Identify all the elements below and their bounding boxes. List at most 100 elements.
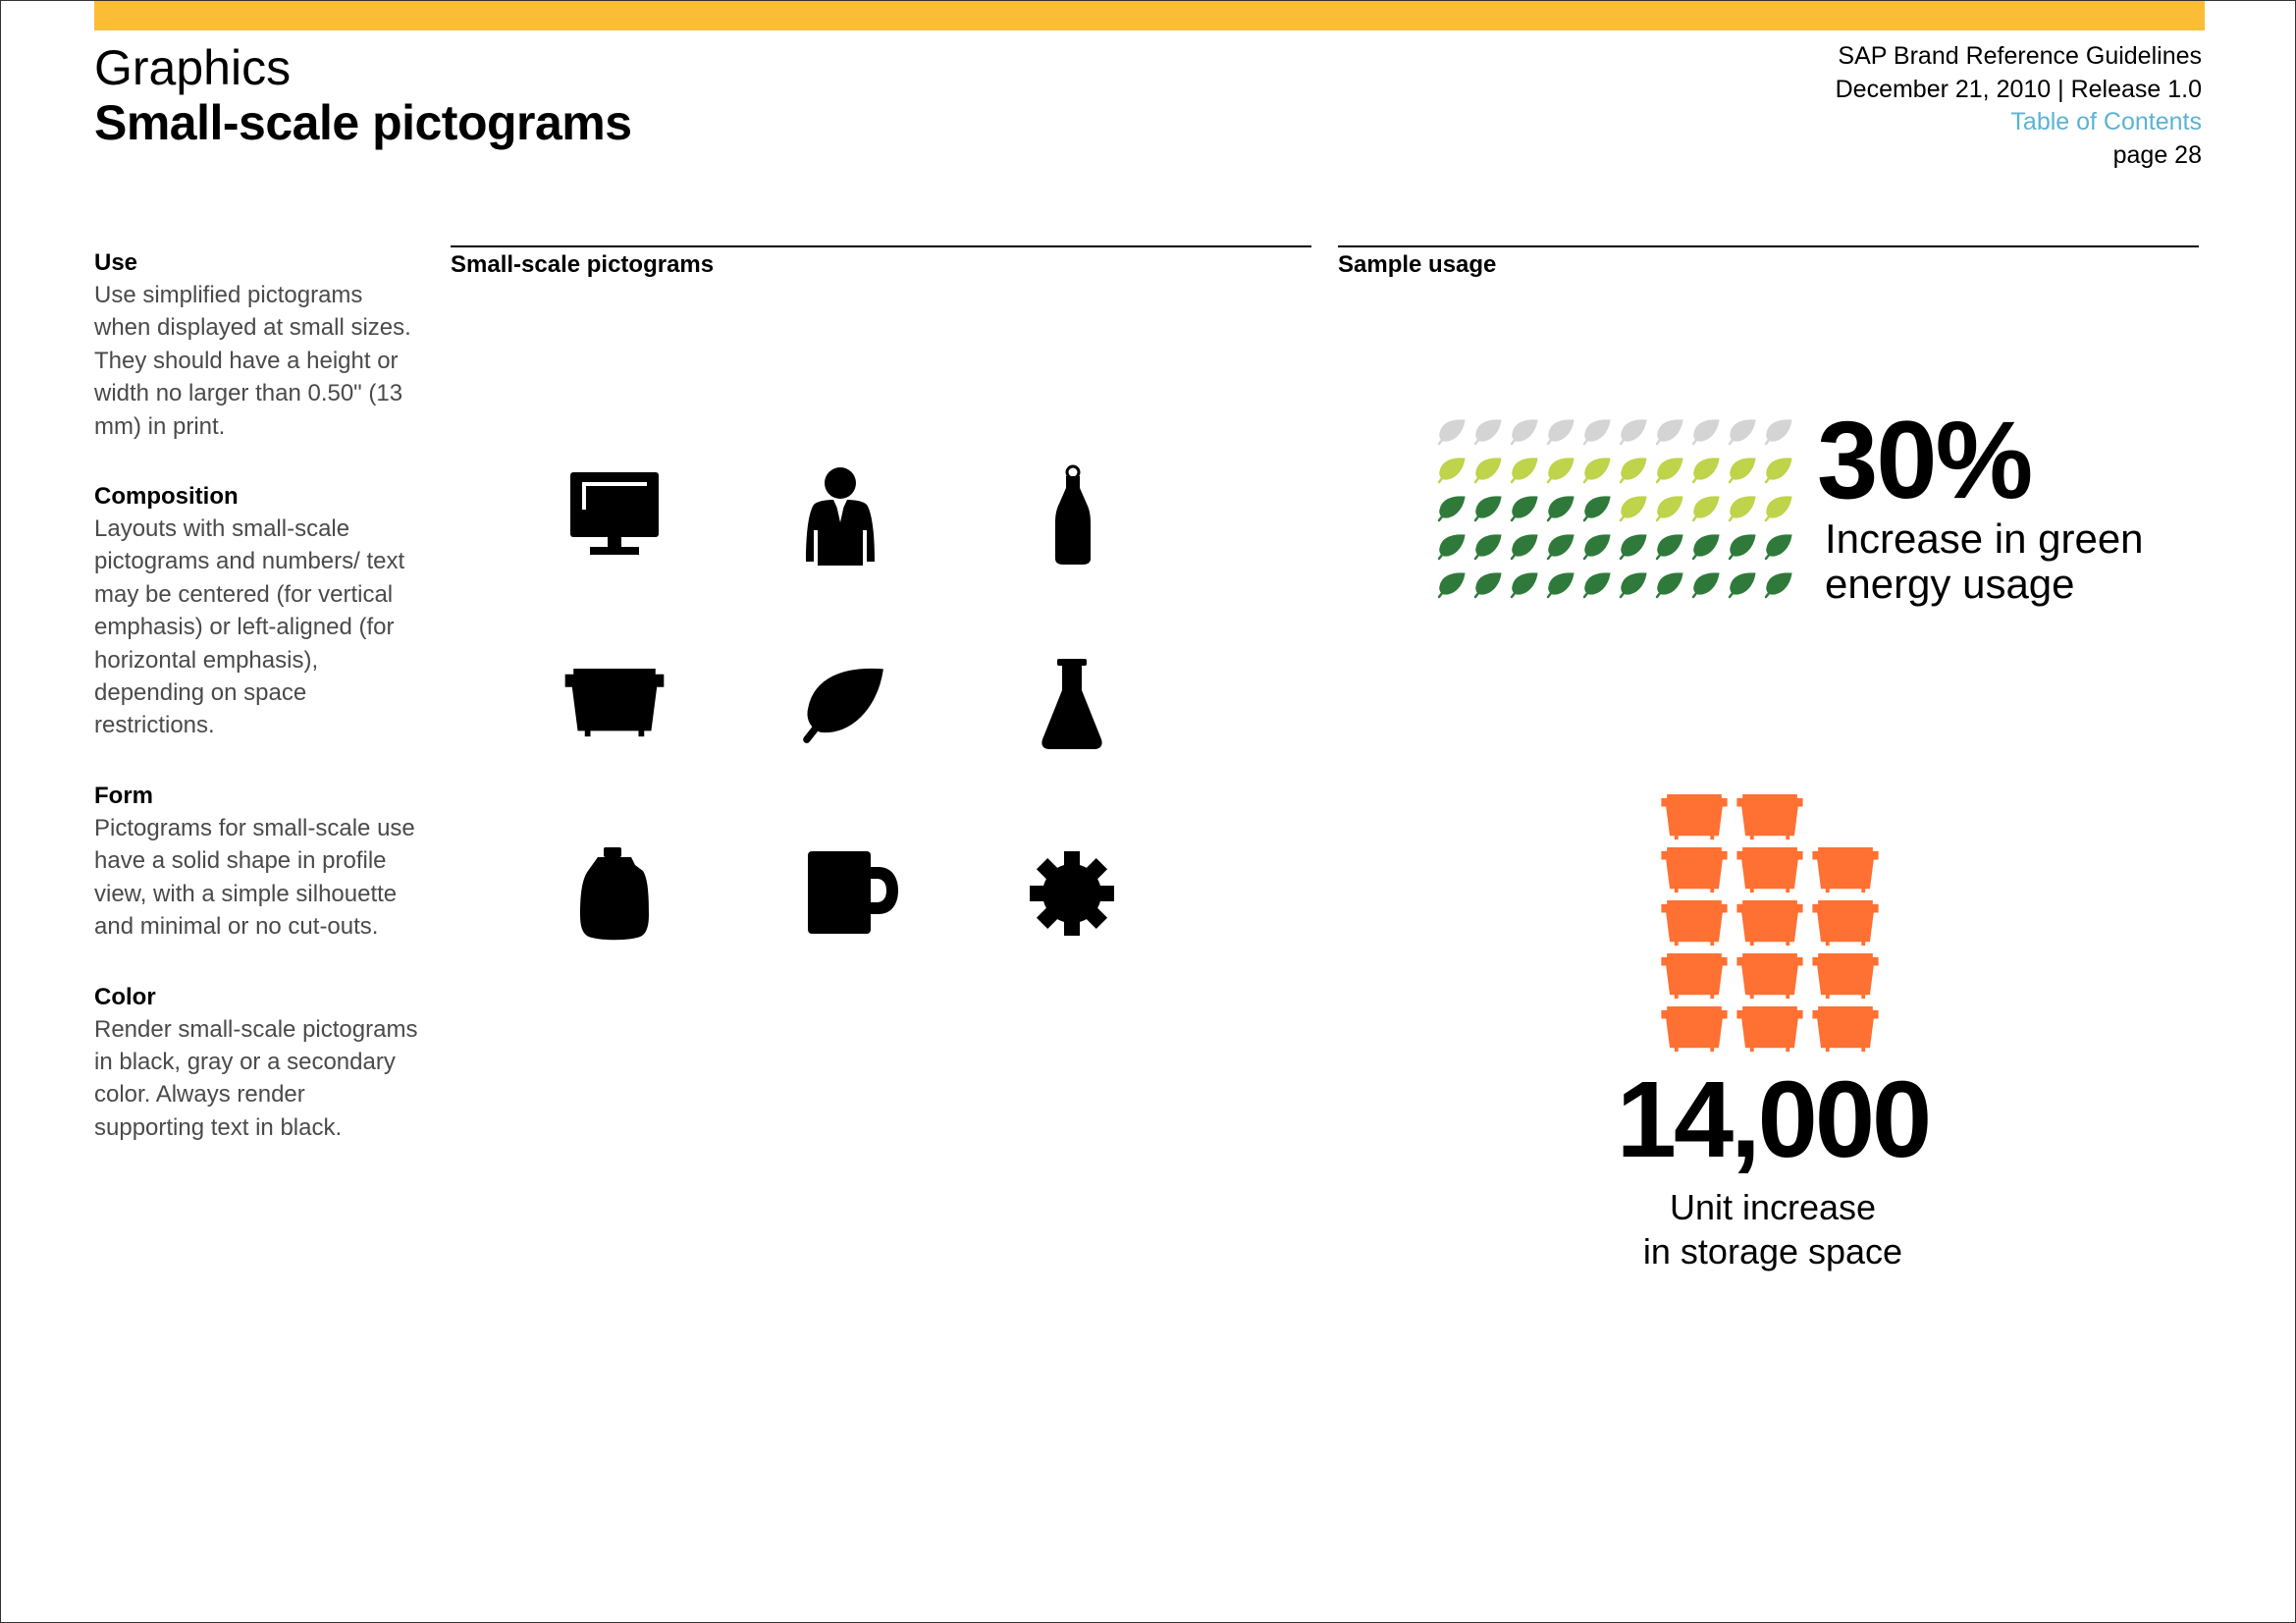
flask-icon (1040, 659, 1104, 751)
leaf-gray-icon (1584, 420, 1610, 444)
green-energy-value: 30% (1817, 402, 2031, 519)
leaf-light-icon (1584, 459, 1610, 482)
leaf-dark-icon (1730, 535, 1755, 559)
person-icon (804, 465, 877, 568)
leaf-pictogram-grid (1436, 418, 1801, 605)
leaf-light-icon (1621, 497, 1646, 520)
form-heading: Form (94, 780, 418, 812)
storage-bin-icon (1661, 900, 1727, 946)
leaf-light-icon (1730, 497, 1755, 520)
section-label: Graphics (94, 38, 291, 97)
storage-bin-icon (1736, 900, 1802, 946)
leaf-dark-icon (1584, 535, 1610, 559)
mug-icon (806, 849, 900, 936)
leaf-dark-icon (1584, 497, 1610, 520)
leaf-gray-icon (1439, 420, 1465, 444)
jug-icon (578, 845, 651, 942)
pictograms-column-heading: Small-scale pictograms (451, 245, 1311, 279)
leaf-light-icon (1512, 459, 1537, 482)
bin-pictogram-grid (1660, 794, 1888, 1055)
leaf-dark-icon (1548, 535, 1574, 559)
leaf-dark-icon (1693, 573, 1719, 597)
storage-bin-icon (1736, 794, 1802, 839)
gear-icon (1030, 851, 1114, 936)
sample-usage-column-heading: Sample usage (1338, 245, 2199, 279)
leaf-light-icon (1439, 459, 1465, 482)
leaf-dark-icon (1657, 535, 1682, 559)
leaf-light-icon (1730, 459, 1755, 482)
leaf-dark-icon (1766, 573, 1791, 597)
leaf-dark-icon (1657, 573, 1682, 597)
doc-meta: SAP Brand Reference Guidelines December … (1836, 40, 2202, 172)
page-number: page 28 (1836, 139, 2202, 173)
table-of-contents-link[interactable]: Table of Contents (1836, 106, 2202, 139)
storage-caption-line1: Unit increase (1591, 1185, 1954, 1229)
storage-caption-line2: in storage space (1591, 1229, 1954, 1273)
monitor-icon (568, 470, 663, 561)
leaf-dark-icon (1730, 573, 1755, 597)
green-energy-caption-line1: Increase in green (1825, 516, 2144, 562)
leaf-dark-icon (1766, 535, 1791, 559)
color-heading: Color (94, 981, 418, 1013)
storage-bin-icon (1661, 1006, 1727, 1052)
green-energy-caption-line2: energy usage (1825, 562, 2144, 607)
leaf-icon (798, 661, 890, 749)
leaf-gray-icon (1621, 420, 1646, 444)
bottle-icon (1053, 464, 1093, 567)
leaf-gray-icon (1693, 420, 1719, 444)
leaf-light-icon (1693, 459, 1719, 482)
leaf-gray-icon (1512, 420, 1537, 444)
leaf-light-icon (1766, 459, 1791, 482)
storage-bin-icon (1812, 953, 1878, 999)
leaf-light-icon (1657, 459, 1682, 482)
leaf-dark-icon (1548, 497, 1574, 520)
storage-bin-icon (1736, 1006, 1802, 1052)
storage-caption: Unit increase in storage space (1591, 1185, 1954, 1273)
leaf-dark-icon (1439, 573, 1465, 597)
leaf-dark-icon (1621, 573, 1646, 597)
composition-text: Layouts with small-scale pictograms and … (94, 513, 418, 742)
leaf-dark-icon (1439, 497, 1465, 520)
leaf-dark-icon (1512, 535, 1537, 559)
leaf-light-icon (1621, 459, 1646, 482)
page-title: Small-scale pictograms (94, 93, 632, 152)
leaf-dark-icon (1475, 573, 1501, 597)
leaf-gray-icon (1548, 420, 1574, 444)
leaf-dark-icon (1512, 497, 1537, 520)
leaf-dark-icon (1548, 573, 1574, 597)
leaf-dark-icon (1512, 573, 1537, 597)
doc-date: December 21, 2010 | Release 1.0 (1836, 74, 2202, 107)
accent-bar (94, 1, 2205, 30)
leaf-dark-icon (1475, 535, 1501, 559)
leaf-dark-icon (1693, 535, 1719, 559)
leaf-dark-icon (1584, 573, 1610, 597)
leaf-dark-icon (1621, 535, 1646, 559)
leaf-light-icon (1693, 497, 1719, 520)
storage-value: 14,000 (1591, 1061, 1954, 1179)
leaf-gray-icon (1657, 420, 1682, 444)
doc-name: SAP Brand Reference Guidelines (1836, 40, 2202, 74)
leaf-light-icon (1475, 459, 1501, 482)
leaf-dark-icon (1439, 535, 1465, 559)
use-text: Use simplified pictograms when displayed… (94, 279, 418, 443)
storage-bin-icon (1736, 953, 1802, 999)
form-text: Pictograms for small-scale use have a so… (94, 812, 418, 944)
leaf-dark-icon (1475, 497, 1501, 520)
leaf-light-icon (1657, 497, 1682, 520)
use-heading: Use (94, 246, 418, 279)
storage-bin-icon (1661, 794, 1727, 839)
storage-bin-icon (1812, 847, 1878, 893)
storage-bin-icon (1661, 953, 1727, 999)
color-text: Render small-scale pictograms in black, … (94, 1013, 418, 1145)
storage-bin-icon (1736, 847, 1802, 893)
composition-heading: Composition (94, 480, 418, 513)
green-energy-caption: Increase in green energy usage (1825, 516, 2144, 607)
leaf-light-icon (1766, 497, 1791, 520)
storage-bin-icon (1661, 847, 1727, 893)
leaf-gray-icon (1730, 420, 1755, 444)
guidelines-sidebar: Use Use simplified pictograms when displ… (94, 246, 418, 1181)
storage-bin-icon (1812, 900, 1878, 946)
leaf-light-icon (1548, 459, 1574, 482)
bin-icon (564, 669, 665, 739)
leaf-gray-icon (1766, 420, 1791, 444)
